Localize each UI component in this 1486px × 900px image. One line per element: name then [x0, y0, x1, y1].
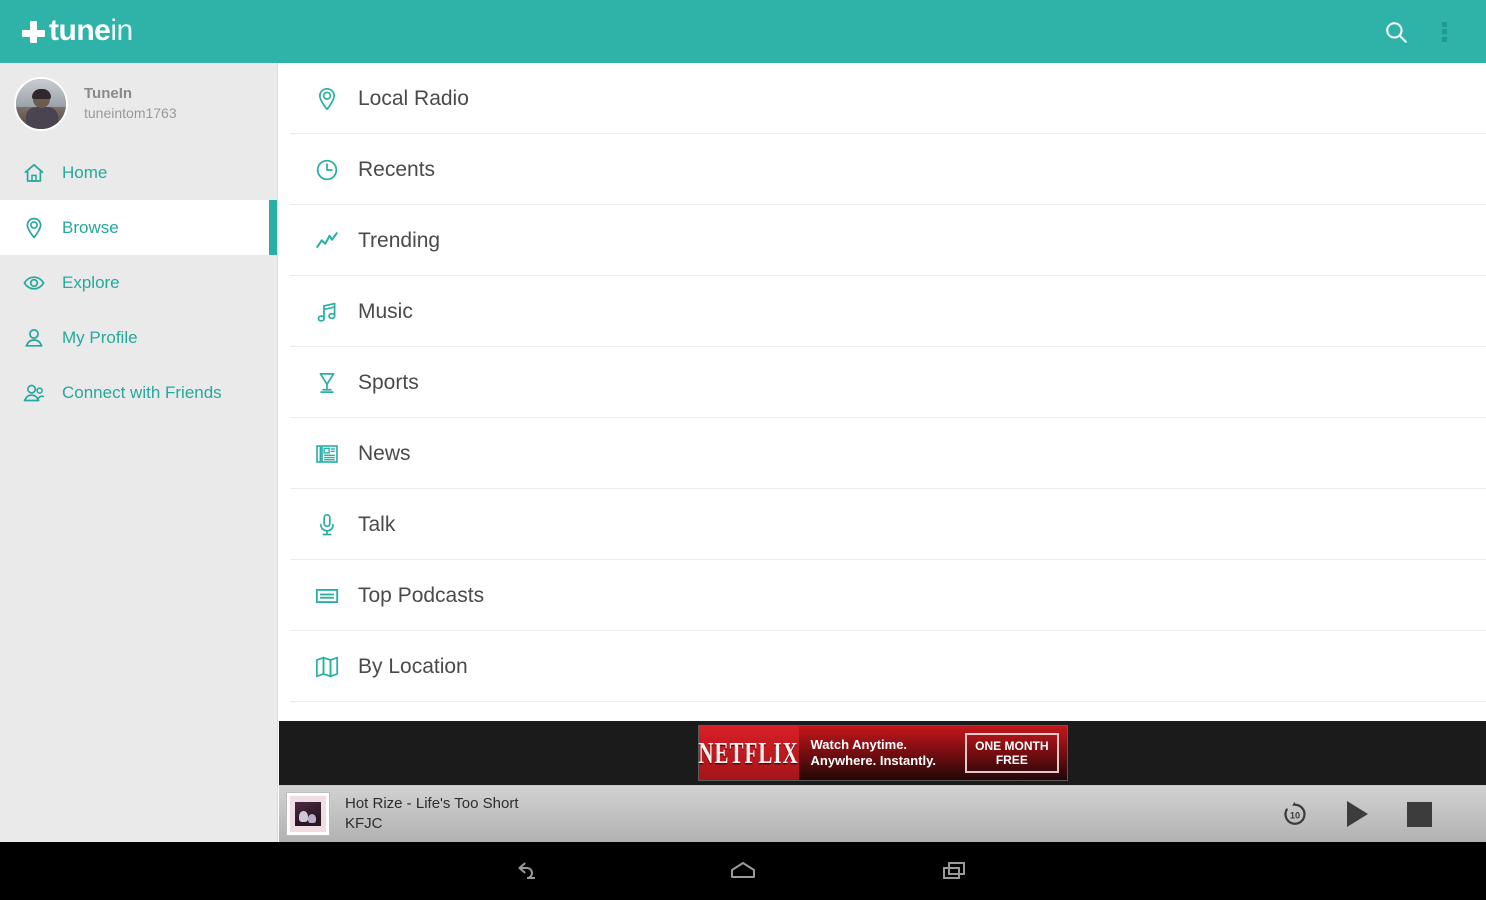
search-icon	[1386, 21, 1407, 43]
back-icon	[518, 862, 535, 879]
podcast-card-icon	[310, 583, 344, 609]
list-item-label: Top Podcasts	[358, 583, 485, 607]
list-item-talk[interactable]: Talk	[279, 489, 1486, 560]
sidebar-item-home[interactable]: Home	[0, 145, 277, 200]
svg-text:10: 10	[1290, 810, 1300, 820]
trophy-icon	[310, 370, 344, 396]
ad-copy-line-1: Watch Anytime.	[810, 736, 908, 752]
sidebar-item-label: Explore	[62, 272, 120, 292]
list-item-label: Music	[358, 299, 413, 323]
overflow-menu-button[interactable]	[1420, 8, 1468, 56]
tunein-logo-icon	[20, 19, 46, 45]
trending-up-icon	[310, 228, 344, 254]
app-bar: tunein	[0, 0, 1486, 63]
list-item-label: News	[358, 441, 411, 465]
ad-creative[interactable]: NETFLIX Watch Anytime. Anywhere. Instant…	[697, 725, 1068, 781]
list-item-local-radio[interactable]: Local Radio	[279, 63, 1486, 134]
track-info[interactable]: Hot Rize - Life's Too Short KFJC	[345, 794, 519, 835]
list-item-label: Trending	[358, 228, 441, 252]
music-note-icon	[310, 299, 344, 325]
sidebar-item-my-profile[interactable]: My Profile	[0, 310, 277, 365]
profile-name: TuneIn	[84, 85, 133, 103]
clock-icon	[310, 157, 344, 183]
map-icon	[310, 654, 344, 680]
netflix-logo: NETFLIX	[698, 726, 799, 780]
album-art[interactable]	[287, 793, 329, 835]
list-item-music[interactable]: Music	[279, 276, 1486, 347]
list-item-by-location[interactable]: By Location	[279, 631, 1486, 702]
station-name: KFJC	[345, 815, 383, 832]
logo-bold-text: tune	[49, 13, 111, 47]
list-item-label: Talk	[358, 512, 396, 536]
rewind-10-icon: 10	[1284, 801, 1306, 825]
profile-header[interactable]: TuneIn tuneintom1763	[0, 63, 277, 145]
ad-copy-line-2: Anywhere. Instantly.	[810, 753, 936, 768]
player-bar: Hot Rize - Life's Too Short KFJC 10	[279, 785, 1486, 842]
android-navigation-bar	[0, 842, 1486, 900]
recents-button[interactable]	[919, 842, 991, 900]
back-button[interactable]	[495, 842, 567, 900]
overflow-menu-icon	[1441, 21, 1447, 42]
people-icon	[22, 381, 52, 405]
play-button[interactable]	[1326, 786, 1388, 843]
stop-icon	[1406, 801, 1432, 827]
ad-cta-line-2: FREE	[995, 753, 1028, 767]
list-item-top-podcasts[interactable]: Top Podcasts	[279, 560, 1486, 631]
rewind-10-button[interactable]: 10	[1264, 786, 1326, 843]
recents-icon	[943, 862, 965, 879]
track-title: Hot Rize - Life's Too Short	[345, 794, 519, 812]
sidebar: TuneIn tuneintom1763 Home Browse Explore…	[0, 63, 278, 842]
logo-light-text: in	[110, 13, 133, 47]
ad-copy: Watch Anytime. Anywhere. Instantly.	[811, 737, 936, 770]
sidebar-item-label: Home	[62, 162, 108, 182]
microphone-icon	[310, 512, 344, 538]
ad-content: Watch Anytime. Anywhere. Instantly. ONE …	[798, 726, 1067, 780]
home-icon	[22, 161, 52, 185]
list-item-label: Local Radio	[358, 86, 469, 110]
app-bar-actions	[1372, 0, 1486, 63]
advertisement-banner[interactable]: NETFLIX Watch Anytime. Anywhere. Instant…	[279, 721, 1486, 785]
person-icon	[22, 326, 52, 350]
list-item-recents[interactable]: Recents	[279, 134, 1486, 205]
eye-icon	[22, 271, 52, 295]
list-item-sports[interactable]: Sports	[279, 347, 1486, 418]
home-button[interactable]	[707, 842, 779, 900]
list-item-label: By Location	[358, 654, 468, 678]
browse-list: Local Radio Recents Trending Music Sport…	[279, 63, 1486, 715]
location-pin-icon	[310, 86, 344, 112]
list-item-news[interactable]: News	[279, 418, 1486, 489]
ad-brand-text: NETFLIX	[698, 734, 799, 770]
profile-handle: tuneintom1763	[84, 104, 177, 121]
ad-cta-line-1: ONE MONTH	[975, 738, 1049, 753]
app-logo-text: tunein	[49, 13, 133, 47]
list-item-label: Sports	[358, 370, 419, 394]
newspaper-icon	[310, 441, 344, 467]
sidebar-item-label: My Profile	[62, 327, 138, 347]
avatar	[14, 77, 68, 131]
player-controls: 10	[1264, 786, 1486, 843]
app-logo: tunein	[20, 0, 133, 63]
profile-text: TuneIn tuneintom1763	[84, 84, 177, 123]
search-button[interactable]	[1372, 8, 1420, 56]
list-item-label: Recents	[358, 157, 436, 181]
sidebar-item-label: Connect with Friends	[62, 382, 222, 402]
stop-button[interactable]	[1388, 786, 1450, 843]
ad-cta-button[interactable]: ONE MONTH FREE	[965, 732, 1059, 774]
sidebar-item-label: Browse	[62, 217, 119, 237]
play-icon	[1346, 801, 1368, 827]
location-pin-icon	[22, 216, 52, 240]
sidebar-item-connect-with-friends[interactable]: Connect with Friends	[0, 365, 277, 420]
tunein-app-window: tunein TuneIn tuneintom1763 Home Browse …	[0, 0, 1486, 900]
sidebar-item-browse[interactable]: Browse	[0, 200, 277, 255]
list-item-trending[interactable]: Trending	[279, 205, 1486, 276]
sidebar-item-explore[interactable]: Explore	[0, 255, 277, 310]
home-icon	[731, 862, 755, 878]
